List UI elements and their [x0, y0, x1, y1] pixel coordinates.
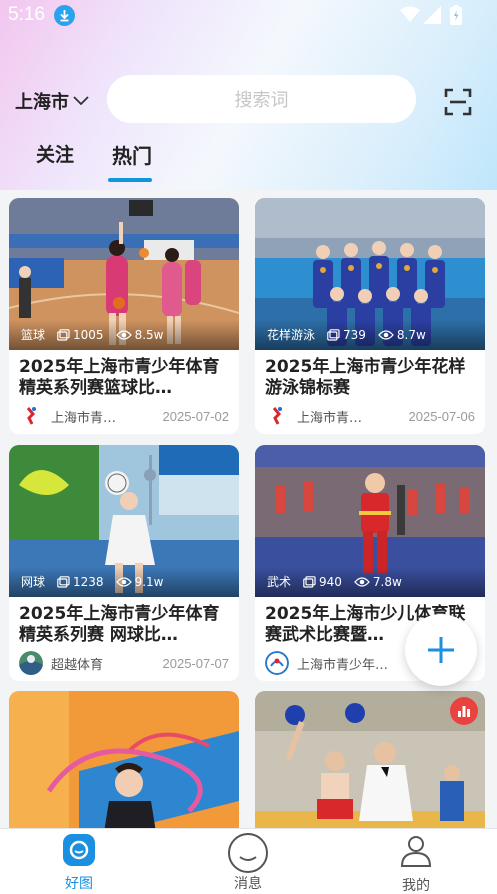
- photos-icon: [327, 328, 340, 341]
- album-date: 2025-07-07: [162, 655, 230, 671]
- bottom-navigation: 好图 消息 我的: [0, 828, 497, 894]
- nav-home-label: 好图: [65, 876, 93, 892]
- album-card[interactable]: [9, 691, 239, 828]
- view-count: 8.7w: [396, 327, 426, 342]
- user-icon: [400, 836, 432, 867]
- photo-count: 940: [319, 574, 342, 589]
- photos-icon: [303, 575, 316, 588]
- eye-icon: [354, 576, 370, 587]
- view-count: 9.1w: [134, 574, 164, 589]
- nav-profile-label: 我的: [402, 878, 430, 894]
- album-title: 2025年上海市青少年体育精英系列赛 网球比…: [19, 604, 220, 645]
- tab-follow[interactable]: 关注: [36, 140, 74, 167]
- album-date: 2025-07-02: [162, 408, 230, 424]
- city-selector[interactable]: 上海市: [15, 88, 89, 114]
- nav-profile[interactable]: 我的: [376, 833, 456, 894]
- album-card[interactable]: 篮球 1005 8.5w 2025年上海市青少年体育精英系列赛篮球比… 上海市青…: [9, 198, 239, 434]
- author-name[interactable]: 上海市青…: [51, 407, 163, 426]
- photos-icon: [57, 328, 70, 341]
- eye-icon: [115, 329, 132, 340]
- album-meta: 网球 1238 9.1w: [21, 573, 163, 590]
- album-card[interactable]: 网球 1238 9.1w 2025年上海市青少年体育精英系列赛 网球比… 超越体…: [9, 445, 239, 681]
- album-meta: 武术 940 7.8w: [267, 573, 402, 590]
- album-card[interactable]: 花样游泳 739 8.7w 2025年上海市青少年花样游泳锦标赛 上海市青… 2…: [255, 198, 485, 434]
- search-input[interactable]: 搜索词: [107, 75, 416, 123]
- message-bubble-icon: [228, 833, 268, 873]
- chevron-down-icon: [73, 96, 89, 106]
- plus-icon: [428, 637, 454, 663]
- album-title: 2025年上海市青少年体育精英系列赛篮球比…: [19, 357, 220, 398]
- status-bar: 5:16: [0, 0, 497, 32]
- home-gallery-icon: [63, 834, 95, 866]
- wifi-icon: [400, 6, 420, 22]
- author-name[interactable]: 上海市青…: [297, 407, 409, 426]
- album-date: 2025-07-06: [408, 408, 476, 424]
- ranking-button[interactable]: [450, 697, 478, 725]
- photo-feed[interactable]: 篮球 1005 8.5w 2025年上海市青少年体育精英系列赛篮球比… 上海市青…: [0, 190, 497, 828]
- album-cover-rhythmic-gymnastics: [9, 691, 239, 828]
- photos-icon: [57, 575, 70, 588]
- eye-icon: [378, 329, 394, 340]
- album-cover-tennis: 网球 1238 9.1w: [9, 445, 239, 597]
- bar-chart-icon: [458, 706, 470, 717]
- album-cover-artistic-swimming: 花样游泳 739 8.7w: [255, 198, 485, 350]
- eye-icon: [115, 576, 132, 587]
- nav-messages-label: 消息: [234, 876, 262, 892]
- nav-home[interactable]: 好图: [39, 833, 119, 893]
- scan-icon[interactable]: [444, 88, 472, 116]
- signal-icon: [423, 6, 441, 24]
- photo-count: 1238: [73, 574, 104, 589]
- status-time: 5:16: [8, 4, 45, 25]
- download-icon: [54, 5, 75, 26]
- nav-messages[interactable]: 消息: [208, 833, 288, 893]
- album-meta: 篮球 1005 8.5w: [21, 326, 163, 343]
- album-cover-wushu: 武术 940 7.8w: [255, 445, 485, 597]
- view-count: 8.5w: [134, 327, 164, 342]
- category-label: 篮球: [21, 328, 46, 342]
- category-label: 武术: [267, 575, 292, 589]
- view-count: 7.8w: [372, 574, 402, 589]
- add-post-button[interactable]: [405, 614, 477, 686]
- tab-active-indicator: [108, 178, 152, 182]
- city-label: 上海市: [15, 92, 69, 112]
- album-meta: 花样游泳 739 8.7w: [267, 326, 426, 343]
- album-title: 2025年上海市青少年花样游泳锦标赛: [265, 357, 466, 398]
- tab-hot[interactable]: 热门: [112, 140, 152, 169]
- photo-count: 1005: [73, 327, 104, 342]
- category-label: 网球: [21, 575, 46, 589]
- organizer-emblem-icon: [265, 651, 289, 675]
- album-cover-basketball: 篮球 1005 8.5w: [9, 198, 239, 350]
- organizer-avatar-icon: [19, 651, 43, 675]
- battery-icon: [450, 5, 462, 25]
- organizer-logo-icon: [19, 404, 43, 428]
- search-placeholder: 搜索词: [234, 90, 289, 111]
- organizer-logo-icon: [265, 404, 289, 428]
- category-label: 花样游泳: [267, 328, 316, 342]
- author-name[interactable]: 超越体育: [51, 654, 163, 673]
- photo-count: 739: [343, 327, 366, 342]
